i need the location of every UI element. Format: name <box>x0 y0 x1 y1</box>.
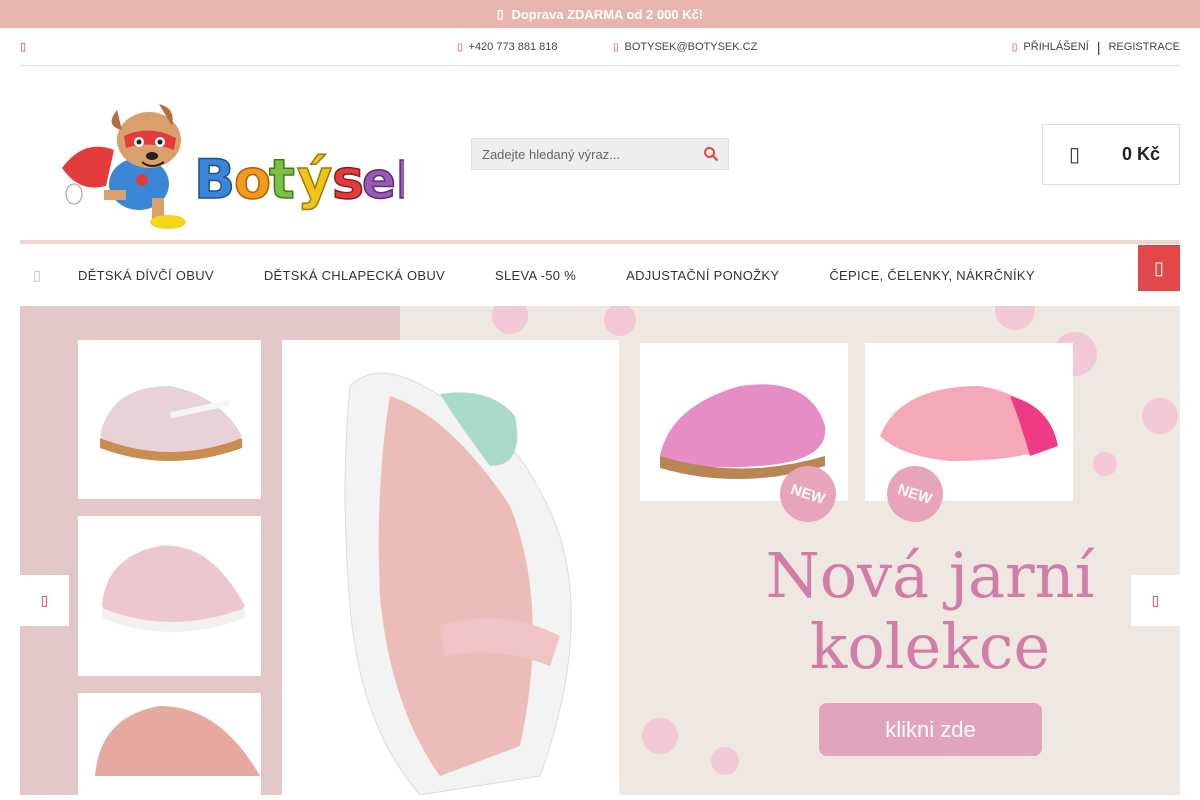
home-icon[interactable]: ▯ <box>20 244 54 306</box>
carousel-next-button[interactable]: ▯ <box>1131 575 1180 626</box>
truck-icon: ▯ <box>496 7 504 21</box>
svg-text:B: B <box>194 148 235 211</box>
cart-icon: ▯ <box>1069 144 1081 166</box>
phone-icon: ▯ <box>457 41 463 53</box>
logo-graphic: B o t ý s ek <box>62 104 432 229</box>
envelope-icon: ▯ <box>613 41 619 53</box>
svg-text:s: s <box>332 148 364 211</box>
email-address[interactable]: BOTYSEK@BOTYSEK.CZ <box>625 41 758 53</box>
user-icon: ▯ <box>1011 41 1018 53</box>
phone-number[interactable]: +420 773 881 818 <box>469 41 558 53</box>
search-icon <box>704 147 719 162</box>
auth-separator: | <box>1096 39 1101 55</box>
chevron-left-icon: ▯ <box>40 592 49 608</box>
nav-item-hats[interactable]: ČEPICE, ČELENKY, NÁKRČNÍKY <box>829 268 1035 283</box>
nav-menu-button[interactable]: ▯ <box>1138 245 1180 291</box>
email-contact[interactable]: ▯ BOTYSEK@BOTYSEK.CZ <box>613 41 757 53</box>
nav-item-socks[interactable]: ADJUSTAČNÍ PONOŽKY <box>626 268 779 283</box>
nav-item-boys-shoes[interactable]: DĚTSKÁ CHLAPECKÁ OBUV <box>264 268 445 283</box>
hero-banner[interactable]: NEW NEW Nová jarní kolekce klikni zde <box>20 306 1180 795</box>
banner-headline: Nová jarní kolekce <box>720 539 1140 683</box>
menu-toggle-icon: ▯ <box>1154 257 1164 278</box>
svg-text:t: t <box>269 148 295 211</box>
auth-links: ▯ PŘIHLÁŠENÍ | REGISTRACE <box>1012 39 1180 55</box>
register-link[interactable]: REGISTRACE <box>1108 41 1180 53</box>
promo-bar: ▯ Doprava ZDARMA od 2 000 Kč! <box>0 0 1200 28</box>
nav-item-girls-shoes[interactable]: DĚTSKÁ DÍVČÍ OBUV <box>78 268 214 283</box>
cart-total: 0 Kč <box>1121 144 1160 164</box>
svg-text:ek: ek <box>362 152 404 210</box>
promo-text: Doprava ZDARMA od 2 000 Kč! <box>511 6 704 22</box>
top-bar: ▯ ▯ +420 773 881 818 ▯ BOTYSEK@BOTYSEK.C… <box>20 28 1180 66</box>
search-box <box>471 138 729 170</box>
site-logo[interactable]: B o t ý s ek <box>44 98 432 234</box>
phone-contact[interactable]: ▯ +420 773 881 818 <box>457 41 558 53</box>
cart-button[interactable]: ▯ 0 Kč <box>1042 124 1180 185</box>
carousel-prev-button[interactable]: ▯ <box>20 575 69 626</box>
main-nav: ▯ DĚTSKÁ DÍVČÍ OBUV DĚTSKÁ CHLAPECKÁ OBU… <box>20 244 1180 306</box>
menu-icon[interactable]: ▯ <box>20 40 26 53</box>
headline-line-2: kolekce <box>809 609 1051 683</box>
svg-text:ý: ý <box>297 148 332 211</box>
headline-line-1: Nová jarní <box>765 539 1095 612</box>
nav-list: DĚTSKÁ DÍVČÍ OBUV DĚTSKÁ CHLAPECKÁ OBUV … <box>78 268 1085 283</box>
header: B o t ý s ek ▯ 0 Kč <box>20 66 1180 244</box>
banner-cta-button[interactable]: klikni zde <box>819 703 1042 756</box>
login-link[interactable]: PŘIHLÁŠENÍ <box>1023 41 1088 53</box>
chevron-right-icon: ▯ <box>1151 592 1160 608</box>
nav-item-sale[interactable]: SLEVA -50 % <box>495 268 576 283</box>
search-button[interactable] <box>694 139 728 169</box>
search-input[interactable] <box>472 146 694 162</box>
svg-text:o: o <box>234 148 271 211</box>
